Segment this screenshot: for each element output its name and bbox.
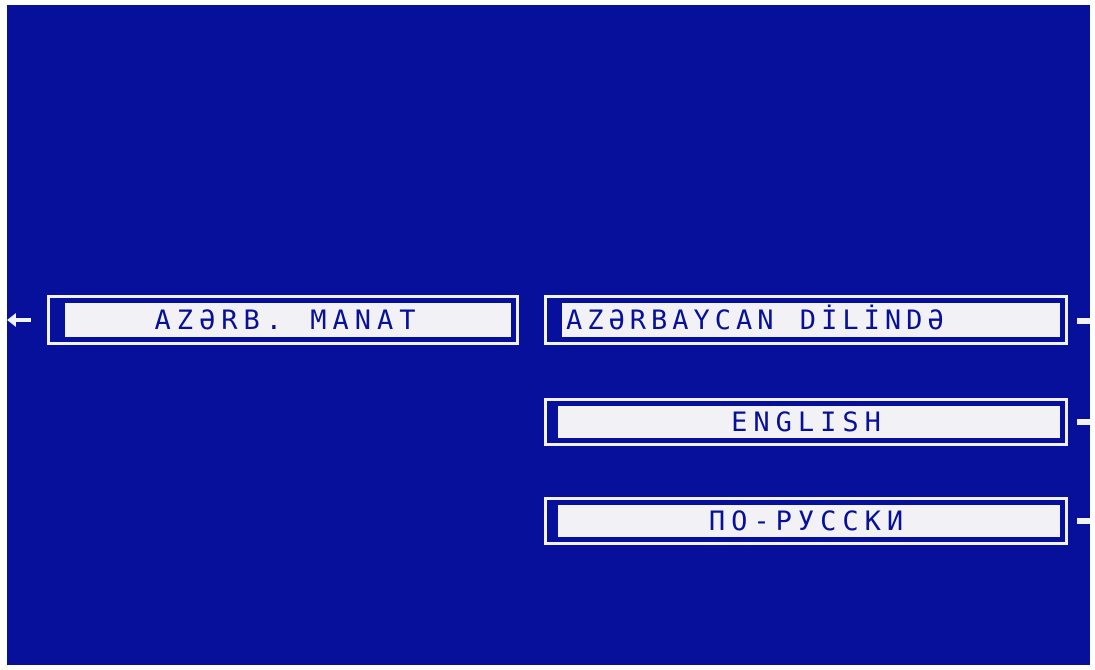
- side-key-marker-icon: [1077, 518, 1090, 524]
- atm-screen: AZƏRB. MANAT AZƏRBAYCAN DİLİNDƏ ENGLISH …: [7, 5, 1090, 665]
- currency-azn-label: AZƏRB. MANAT: [55, 303, 511, 337]
- language-russian-button[interactable]: ПО-РУССКИ: [544, 497, 1068, 545]
- side-key-marker-icon: [1077, 419, 1090, 425]
- arrow-left-icon: [7, 310, 33, 330]
- language-azerbaijani-button[interactable]: AZƏRBAYCAN DİLİNDƏ: [544, 295, 1068, 345]
- language-english-button[interactable]: ENGLISH: [544, 398, 1068, 446]
- language-russian-label: ПО-РУССКИ: [552, 505, 1060, 537]
- currency-azn-button[interactable]: AZƏRB. MANAT: [47, 295, 519, 345]
- language-azerbaijani-label: AZƏRBAYCAN DİLİNDƏ: [552, 303, 1060, 337]
- side-key-marker-icon: [1077, 318, 1090, 324]
- language-english-label: ENGLISH: [552, 406, 1060, 438]
